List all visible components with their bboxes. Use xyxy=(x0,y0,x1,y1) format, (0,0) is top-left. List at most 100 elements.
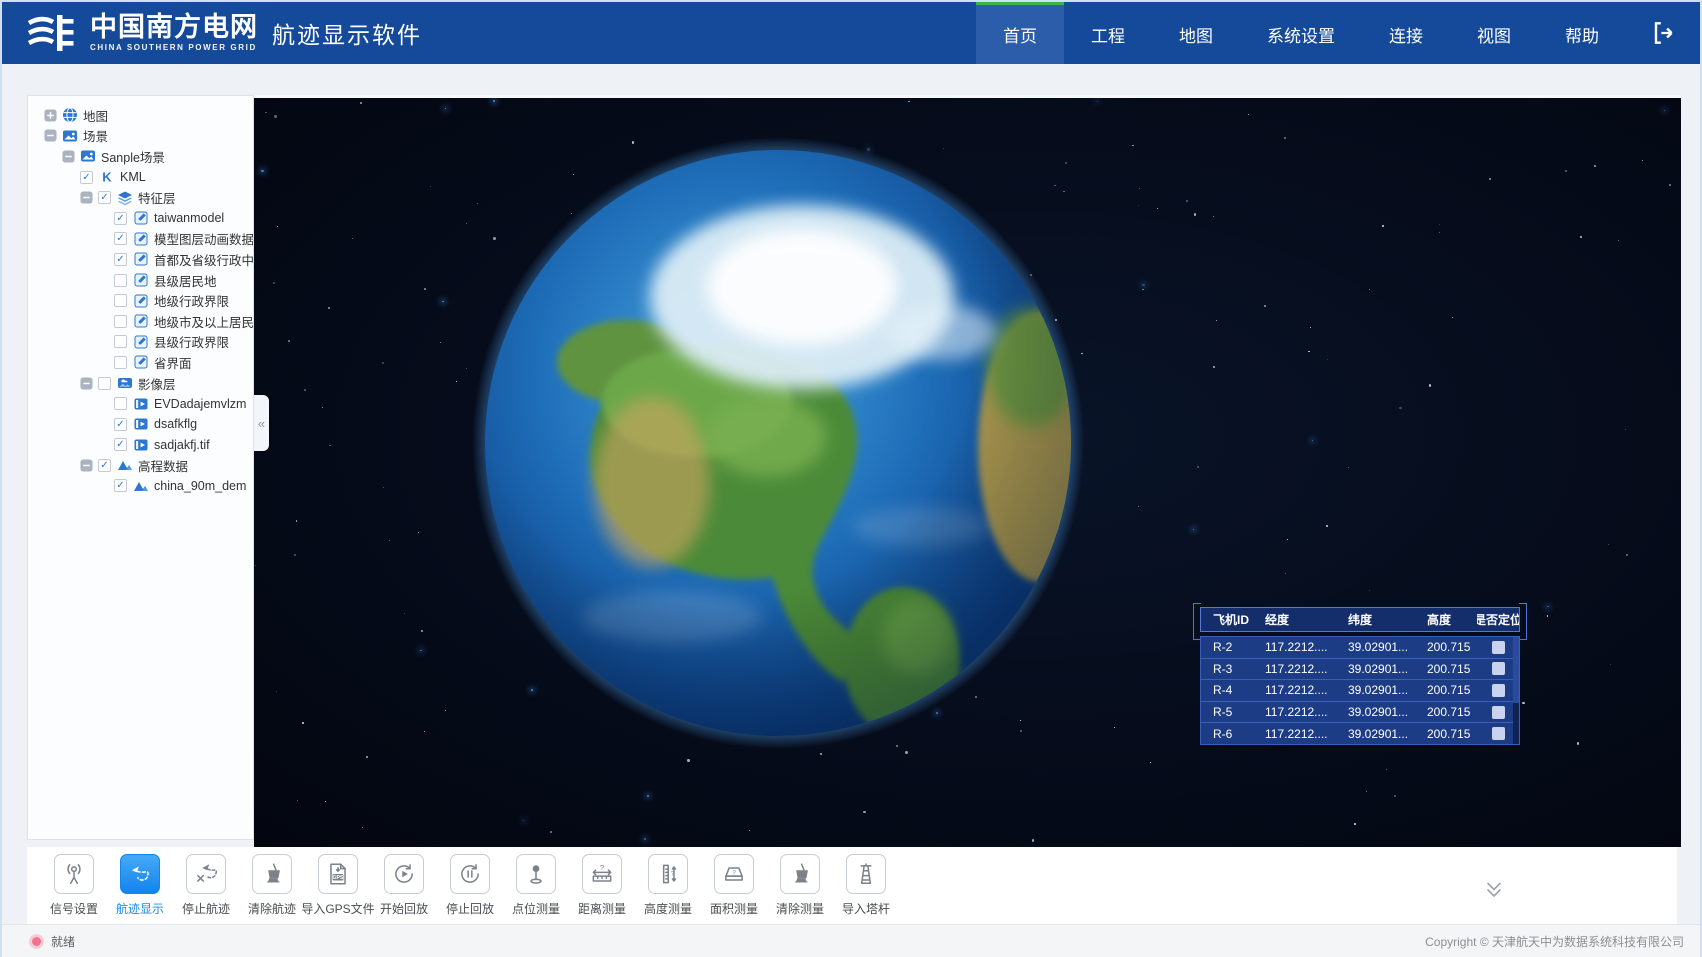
tree-checkbox[interactable] xyxy=(98,377,111,390)
tree-item-imagery-layer[interactable]: 影像层 xyxy=(28,373,253,394)
tree-checkbox[interactable] xyxy=(114,232,127,245)
tree-checkbox[interactable] xyxy=(114,356,127,369)
tree-item-province-surface[interactable]: 省界面 xyxy=(28,352,253,373)
cell-alt: 200.715 xyxy=(1427,705,1477,719)
toolbar: 信号设置航迹显示停止航迹 清除航迹 GPS导入GPS文件开始回放停止回放点位测量?距… xyxy=(27,847,1677,924)
nav-item-system-settings[interactable]: 系统设置 xyxy=(1240,2,1362,64)
located-checkbox[interactable] xyxy=(1492,727,1505,740)
nav-item-view[interactable]: 视图 xyxy=(1450,2,1538,64)
tool-label: 清除航迹 xyxy=(248,900,296,917)
tree-checkbox[interactable] xyxy=(114,253,127,266)
tool-start-playback[interactable]: 开始回放 xyxy=(371,854,437,917)
tree-checkbox[interactable] xyxy=(114,294,127,307)
start-playback-icon xyxy=(384,854,424,894)
table-scrollbar[interactable] xyxy=(1513,637,1519,744)
tool-stop-playback[interactable]: 停止回放 xyxy=(437,854,503,917)
tree-checkbox[interactable] xyxy=(114,438,127,451)
feature-icon xyxy=(133,293,149,309)
tool-label: 导入GPS文件 xyxy=(301,900,374,917)
tool-area-measure[interactable]: ?面积测量 xyxy=(701,854,767,917)
tree-checkbox[interactable] xyxy=(114,315,127,328)
tool-label: 停止回放 xyxy=(446,900,494,917)
aircraft-row[interactable]: R-3117.2212....39.02901...200.715 xyxy=(1200,658,1520,681)
tree-item-prefecture-admin-bounds[interactable]: 地级行政界限 xyxy=(28,290,253,311)
tool-label: 停止航迹 xyxy=(182,900,230,917)
tree-item-capital-admin-centers[interactable]: 首都及省级行政中心 xyxy=(28,249,253,270)
table-col-header: 高度 xyxy=(1427,611,1477,628)
tree-checkbox[interactable] xyxy=(114,335,127,348)
stop-track-icon xyxy=(186,854,226,894)
tool-point-measure[interactable]: 点位测量 xyxy=(503,854,569,917)
tree-item-feature-layer[interactable]: 特征层 xyxy=(28,187,253,208)
toolbar-collapse-button[interactable] xyxy=(1481,877,1507,908)
aircraft-row[interactable]: R-5117.2212....39.02901...200.715 xyxy=(1200,701,1520,724)
tree-checkbox[interactable] xyxy=(98,191,111,204)
tree-item-sadjakfj-tif[interactable]: sadjakfj.tif xyxy=(28,435,253,456)
tree-item-china-90m-dem[interactable]: china_90m_dem xyxy=(28,476,253,497)
collapse-left-icon: « xyxy=(258,416,265,431)
tree-checkbox[interactable] xyxy=(114,397,127,410)
tool-clear-track[interactable]: 清除航迹 xyxy=(239,854,305,917)
tool-signal-settings[interactable]: 信号设置 xyxy=(41,854,107,917)
located-checkbox[interactable] xyxy=(1492,662,1505,675)
tree-item-scene[interactable]: 场景 xyxy=(28,126,253,147)
tool-label: 高度测量 xyxy=(644,900,692,917)
tree-item-kml[interactable]: KKML xyxy=(28,167,253,188)
tree-item-label: 地级市及以上居民地 xyxy=(154,312,253,331)
tree-checkbox[interactable] xyxy=(114,212,127,225)
aircraft-row[interactable]: R-6117.2212....39.02901...200.715 xyxy=(1200,722,1520,745)
tree-checkbox[interactable] xyxy=(114,418,127,431)
aircraft-table-header: 飞机ID经度纬度高度是否定位 xyxy=(1200,607,1520,632)
kml-icon: K xyxy=(99,169,115,185)
sidebar-collapse-handle[interactable]: « xyxy=(254,395,269,451)
tree-item-elevation-data[interactable]: 高程数据 xyxy=(28,455,253,476)
tree-item-taiwanmodel[interactable]: taiwanmodel xyxy=(28,208,253,229)
tree-item-label: Sanple场景 xyxy=(101,147,165,166)
tool-import-tower[interactable]: 导入塔杆 xyxy=(833,854,899,917)
tree-item-sanple-scene[interactable]: Sanple场景 xyxy=(28,146,253,167)
video-icon xyxy=(133,396,149,412)
feature-icon xyxy=(133,210,149,226)
tree-item-evdadajemvlzm[interactable]: EVDadajemvlzm xyxy=(28,393,253,414)
located-checkbox[interactable] xyxy=(1492,684,1505,697)
table-scrollbar-thumb[interactable] xyxy=(1513,637,1519,703)
located-checkbox[interactable] xyxy=(1492,641,1505,654)
tree-item-label: 模型图层动画数据继 xyxy=(154,229,253,248)
collapse-minus-icon xyxy=(62,150,75,163)
aircraft-row[interactable]: R-4117.2212....39.02901...200.715 xyxy=(1200,679,1520,702)
nav-item-help[interactable]: 帮助 xyxy=(1538,2,1626,64)
tree-item-model-anim-data[interactable]: 模型图层动画数据继 xyxy=(28,229,253,250)
tree-item-label: 地图 xyxy=(83,106,108,125)
nav-item-connect[interactable]: 连接 xyxy=(1362,2,1450,64)
tree-item-county-residential[interactable]: 县级居民地 xyxy=(28,270,253,291)
tool-track-display[interactable]: 航迹显示 xyxy=(107,854,173,917)
tree-checkbox[interactable] xyxy=(80,171,93,184)
tree-item-county-admin-bounds[interactable]: 县级行政界限 xyxy=(28,332,253,353)
broom-icon xyxy=(780,854,820,894)
tool-import-gps[interactable]: GPS导入GPS文件 xyxy=(305,854,371,917)
tree-item-map[interactable]: 地图 xyxy=(28,105,253,126)
tree-item-label: 地级行政界限 xyxy=(154,291,229,310)
nav-item-home[interactable]: 首页 xyxy=(976,2,1064,64)
tool-height-measure[interactable]: ? 高度测量 xyxy=(635,854,701,917)
table-col-header: 经度 xyxy=(1265,611,1348,628)
nav-item-map[interactable]: 地图 xyxy=(1152,2,1240,64)
tree-item-dsafkflg[interactable]: dsafkflg xyxy=(28,414,253,435)
located-checkbox[interactable] xyxy=(1492,706,1505,719)
cell-lat: 39.02901... xyxy=(1348,640,1427,654)
tool-stop-track[interactable]: 停止航迹 xyxy=(173,854,239,917)
tree-checkbox[interactable] xyxy=(114,274,127,287)
tree-checkbox[interactable] xyxy=(114,479,127,492)
feature-icon xyxy=(133,272,149,288)
tool-clear-measure[interactable]: 清除测量 xyxy=(767,854,833,917)
tree-item-prefecture-plus-residential[interactable]: 地级市及以上居民地 xyxy=(28,311,253,332)
tree-checkbox[interactable] xyxy=(98,459,111,472)
cell-lon: 117.2212.... xyxy=(1265,662,1348,676)
map-viewport[interactable]: « 飞机ID经度纬度高度是否定位 R-2117.2212....39.02901… xyxy=(254,95,1681,847)
logout-button[interactable] xyxy=(1626,2,1700,64)
nav-item-project[interactable]: 工程 xyxy=(1064,2,1152,64)
height-measure-icon: ? xyxy=(648,854,688,894)
tree-item-label: 场景 xyxy=(83,126,108,145)
tool-distance-measure[interactable]: ?距离测量 xyxy=(569,854,635,917)
aircraft-row[interactable]: R-2117.2212....39.02901...200.715 xyxy=(1200,636,1520,659)
